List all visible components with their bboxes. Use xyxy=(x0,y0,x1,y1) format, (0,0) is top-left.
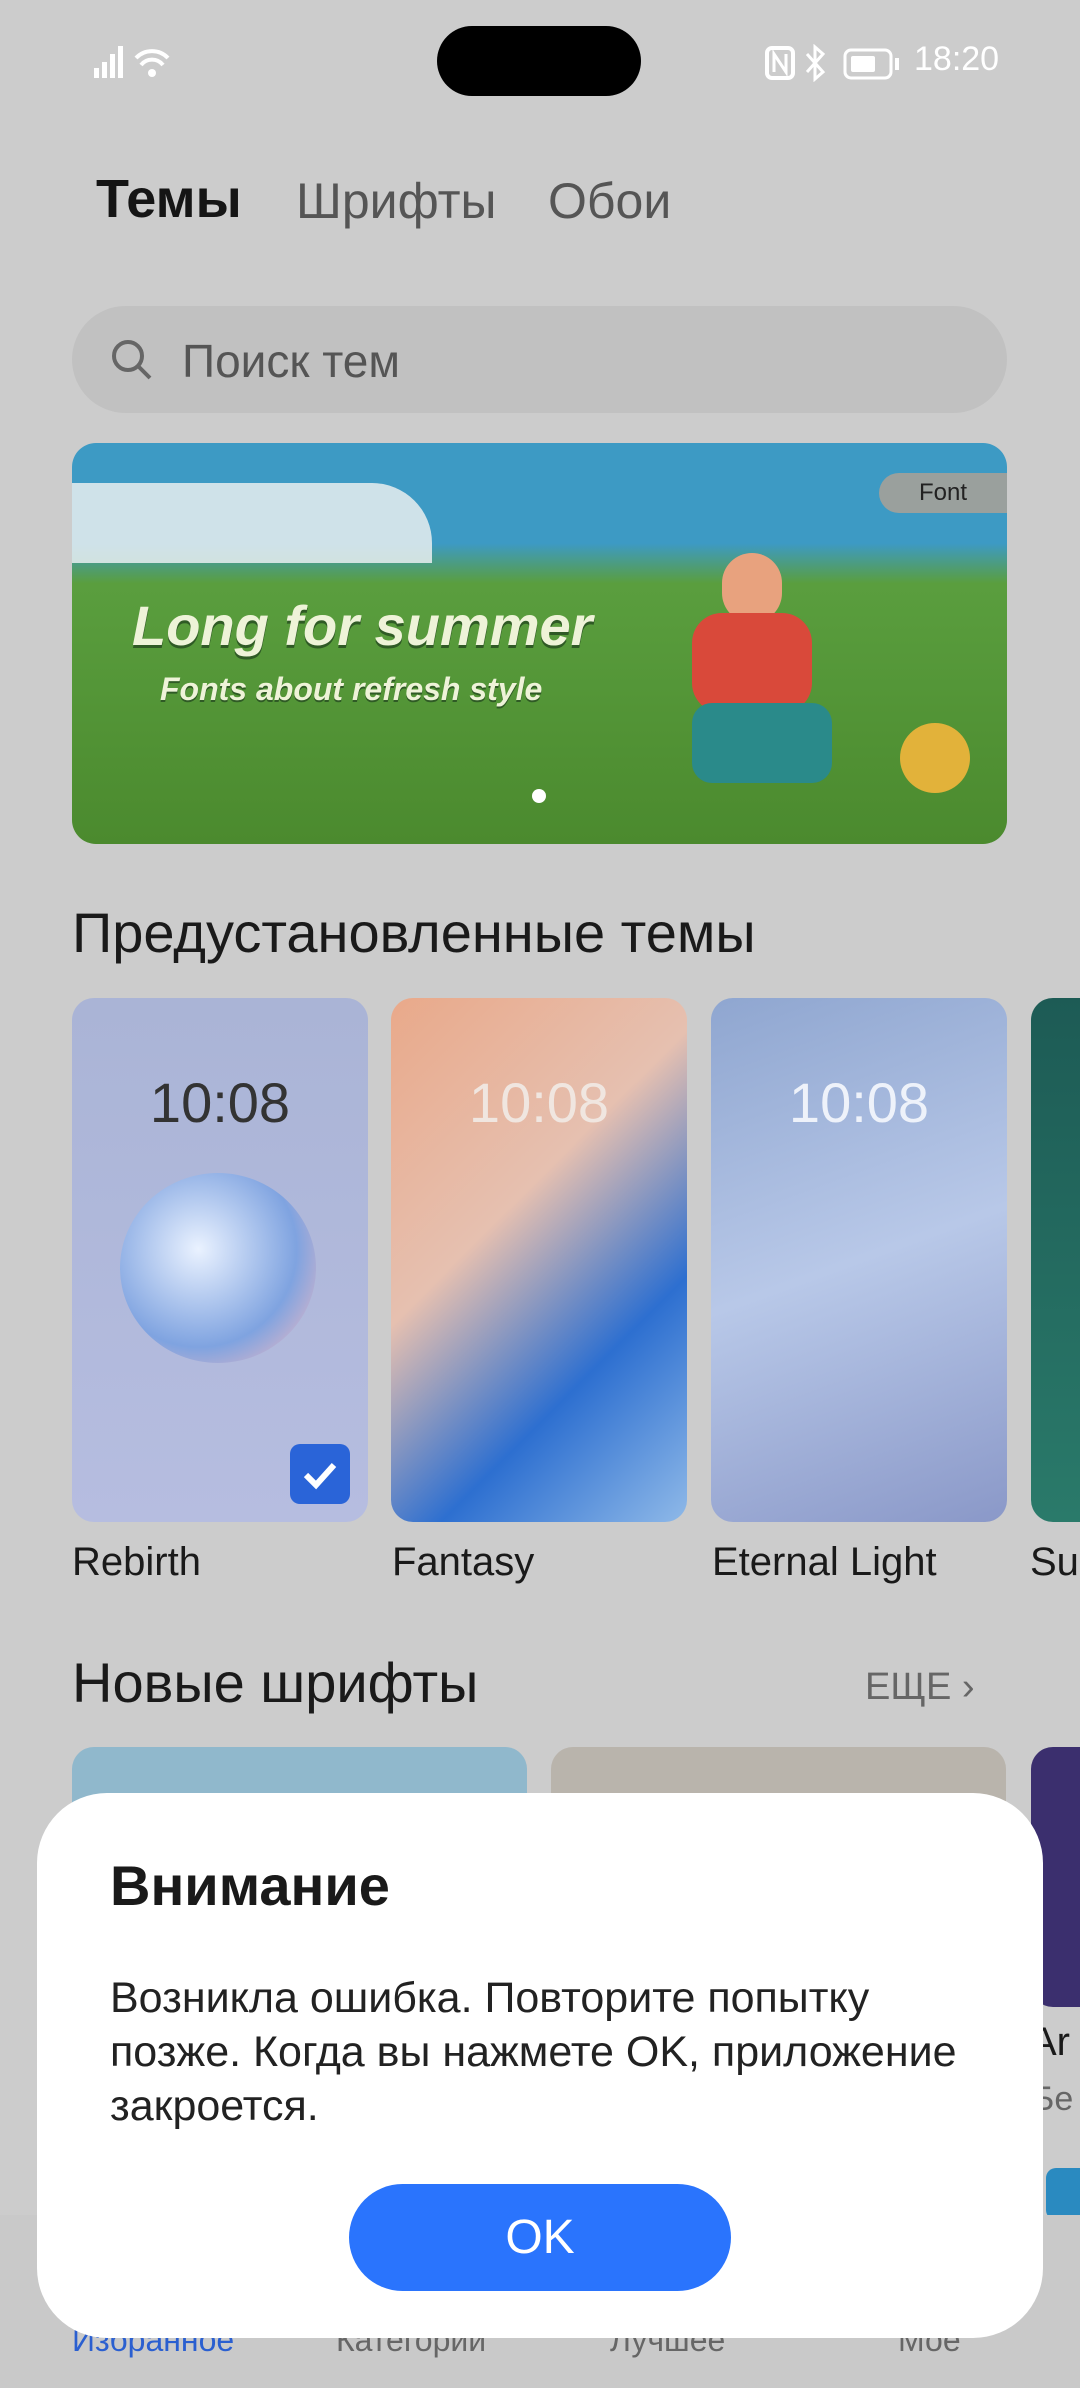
theme-card-eternal-light[interactable]: 10:08 xyxy=(711,998,1007,1522)
banner-subtitle: Fonts about refresh style xyxy=(160,671,543,707)
theme-card-partial[interactable] xyxy=(1031,998,1080,1522)
cloud-shape xyxy=(72,483,432,563)
battery-icon xyxy=(843,48,901,85)
dialog-title: Внимание xyxy=(110,1854,390,1917)
section-title-preinstalled: Предустановленные темы xyxy=(72,901,756,964)
tab-themes[interactable]: Темы xyxy=(96,168,242,230)
promo-banner[interactable]: Long for summer Fonts about refresh styl… xyxy=(72,443,1007,844)
chevron-right-icon: › xyxy=(961,1666,975,1708)
carousel-dot xyxy=(532,789,546,803)
theme-name: Fantasy xyxy=(392,1540,535,1584)
search-placeholder: Поиск тем xyxy=(182,335,401,387)
ok-button[interactable]: OK xyxy=(349,2184,731,2291)
theme-clock: 10:08 xyxy=(149,1071,291,1134)
sphere-art xyxy=(120,1173,316,1363)
more-link[interactable]: ЕЩЕ › xyxy=(865,1666,975,1709)
theme-clock: 10:08 xyxy=(788,1071,930,1134)
theme-clock: 10:08 xyxy=(468,1071,610,1134)
search-input[interactable]: Поиск тем xyxy=(72,306,1007,413)
status-time: 18:20 xyxy=(914,40,1000,78)
illustration-person xyxy=(672,553,832,823)
font-download-button[interactable] xyxy=(1046,2168,1080,2220)
search-icon xyxy=(108,336,158,391)
signal-icon xyxy=(94,44,174,89)
banner-title: Long for summer xyxy=(132,594,593,657)
more-label: ЕЩЕ xyxy=(865,1666,952,1708)
alert-dialog: Внимание Возникла ошибка. Повторите попы… xyxy=(37,1793,1043,2338)
theme-name: Su xyxy=(1030,1540,1079,1584)
illustration-dog xyxy=(900,723,970,793)
dialog-message: Возникла ошибка. Повторите попытку позже… xyxy=(110,1974,957,2130)
theme-name: Eternal Light xyxy=(712,1540,937,1584)
tab-fonts[interactable]: Шрифты xyxy=(296,172,496,230)
theme-card-rebirth[interactable]: 10:08 xyxy=(72,998,368,1522)
nfc-icon xyxy=(765,46,795,85)
camera-cutout xyxy=(437,26,641,96)
bluetooth-icon xyxy=(803,43,827,87)
banner-badge: Font xyxy=(878,473,1007,513)
selected-check-icon[interactable] xyxy=(290,1444,350,1504)
theme-card-fantasy[interactable]: 10:08 xyxy=(391,998,687,1522)
theme-name: Rebirth xyxy=(72,1540,201,1584)
section-title-new-fonts: Новые шрифты xyxy=(72,1651,479,1714)
tab-wallpapers[interactable]: Обои xyxy=(548,172,671,230)
